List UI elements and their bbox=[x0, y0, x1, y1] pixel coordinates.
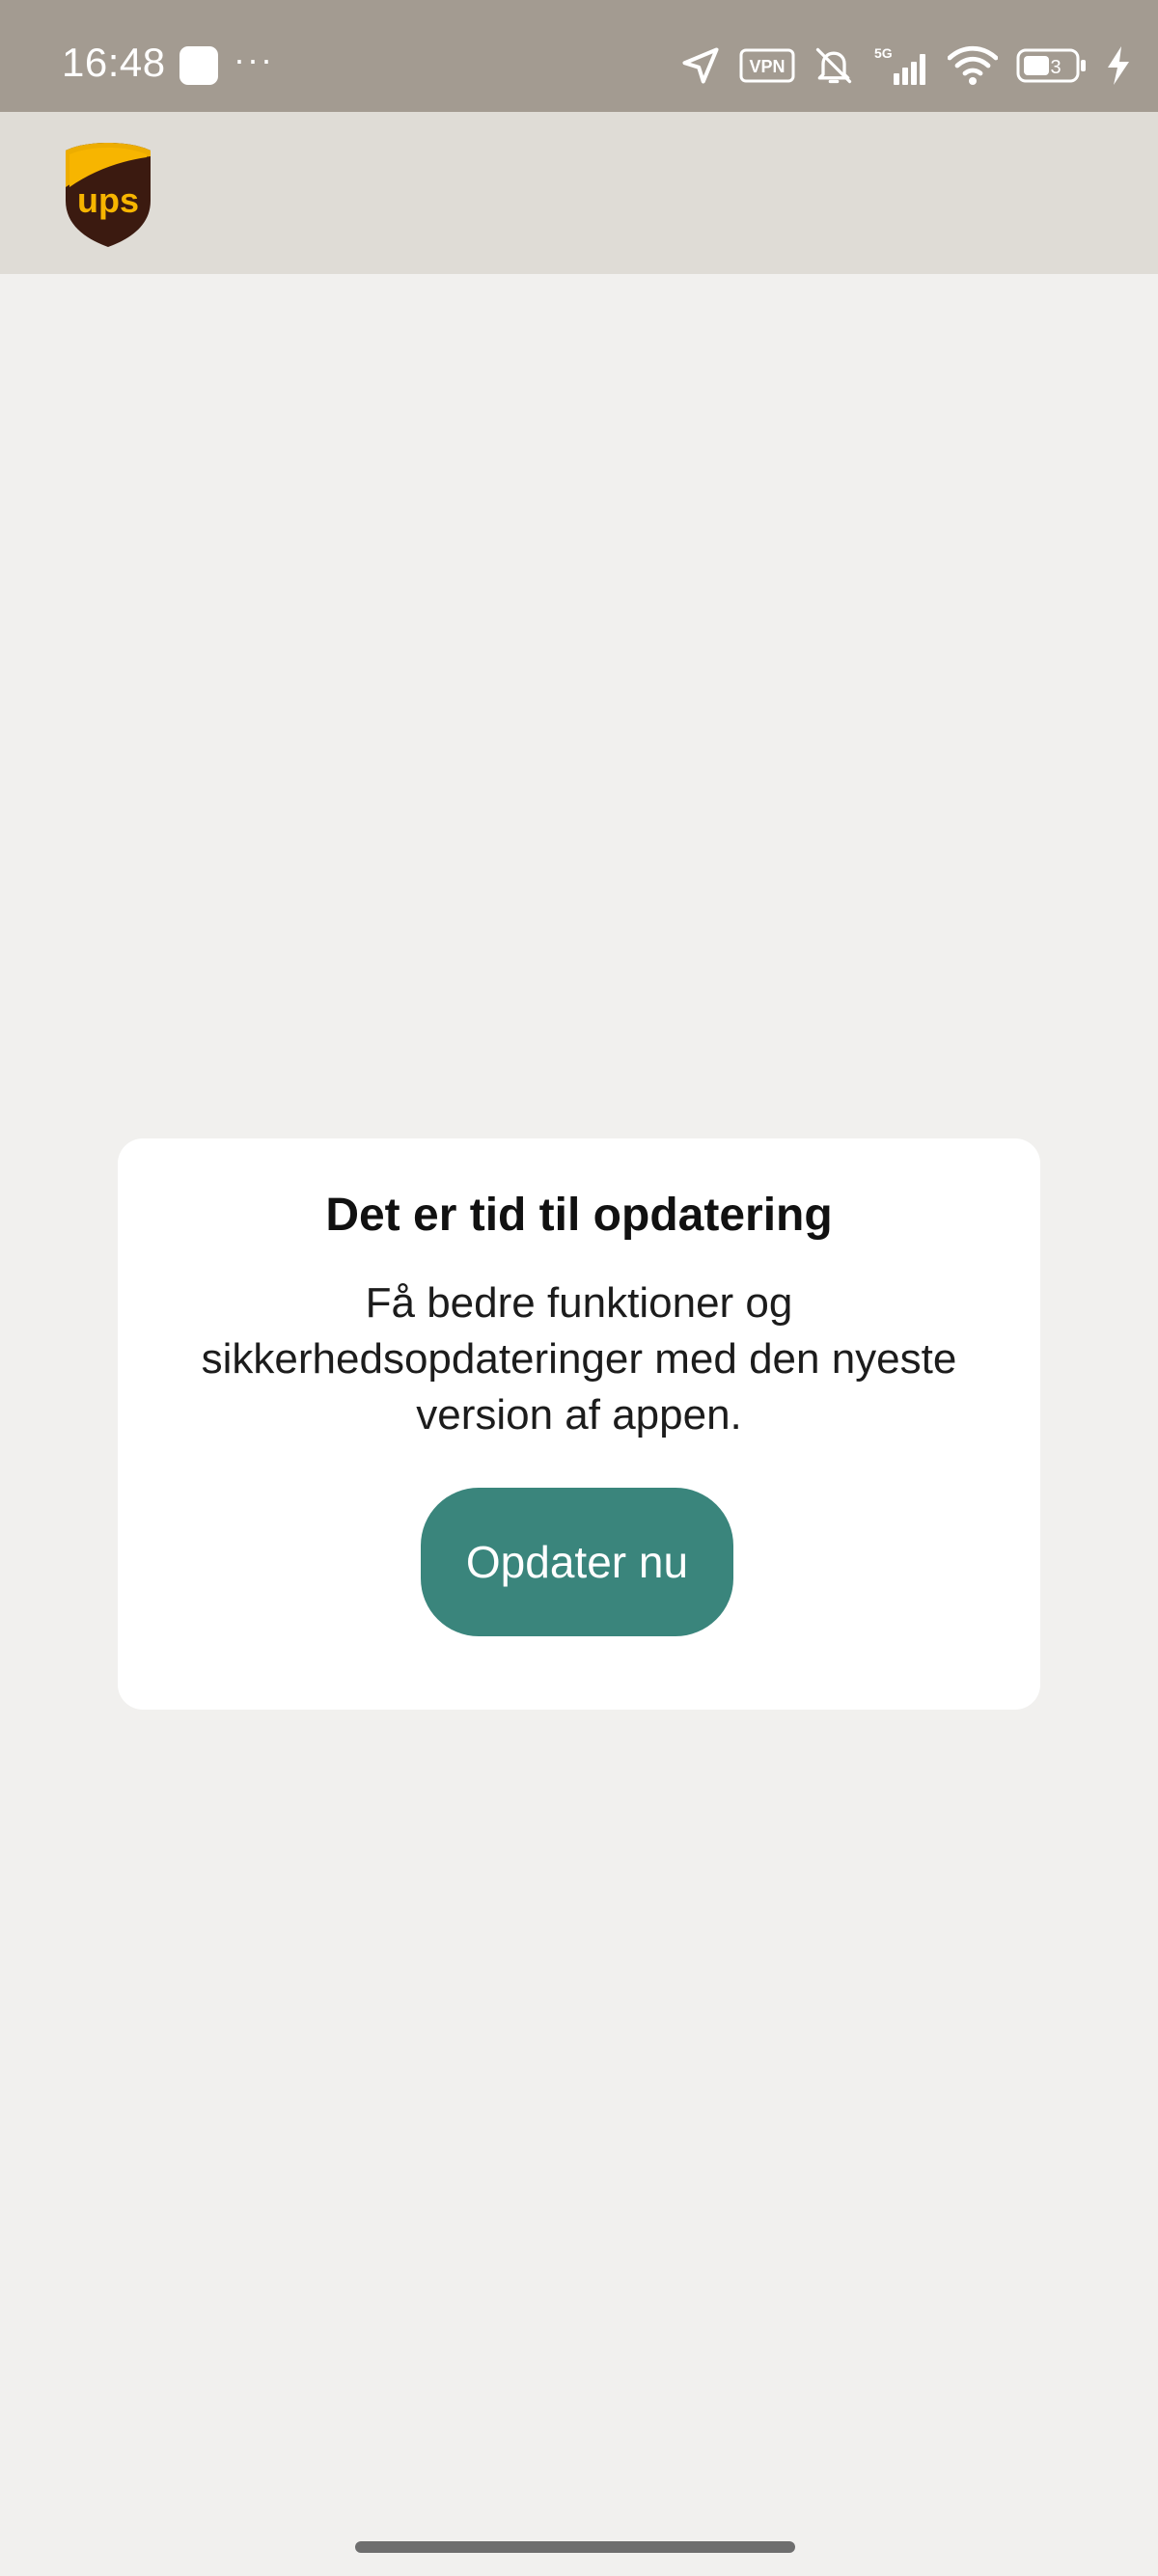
update-now-button[interactable]: Opdater nu bbox=[421, 1488, 733, 1636]
wifi-icon bbox=[948, 45, 998, 85]
charging-bolt-icon bbox=[1108, 46, 1129, 85]
battery-icon: 3 bbox=[1016, 48, 1086, 83]
dialog-message-line: sikkerhedsopdateringer med den nyeste bbox=[201, 1335, 957, 1383]
ups-logo: ups bbox=[66, 143, 151, 247]
dialog-message-line: version af appen. bbox=[416, 1391, 742, 1439]
svg-text:5G: 5G bbox=[874, 45, 893, 61]
svg-text:ups: ups bbox=[77, 180, 139, 220]
svg-text:VPN: VPN bbox=[749, 57, 785, 76]
status-bar: 16:48 ··· VPN 5G 3 bbox=[0, 0, 1158, 112]
app-notification-icon bbox=[179, 46, 218, 85]
vpn-icon: VPN bbox=[739, 48, 795, 83]
location-arrow-icon bbox=[682, 47, 719, 84]
signal-5g-icon: 5G bbox=[874, 45, 925, 85]
status-icons: VPN 5G 3 bbox=[679, 37, 1131, 95]
update-dialog: Det er tid til opdatering Få bedre funkt… bbox=[118, 1138, 1040, 1710]
bell-muted-icon bbox=[815, 47, 852, 84]
dialog-message: Få bedre funktioner og sikkerhedsopdater… bbox=[156, 1275, 1002, 1443]
dialog-message-line: Få bedre funktioner og bbox=[365, 1279, 793, 1327]
more-notifications-icon: ··· bbox=[234, 40, 274, 79]
status-time: 16:48 bbox=[62, 40, 166, 85]
dialog-title: Det er tid til opdatering bbox=[325, 1190, 833, 1241]
app-header bbox=[0, 112, 1158, 274]
home-indicator[interactable] bbox=[355, 2541, 795, 2553]
svg-text:3: 3 bbox=[1050, 57, 1061, 78]
